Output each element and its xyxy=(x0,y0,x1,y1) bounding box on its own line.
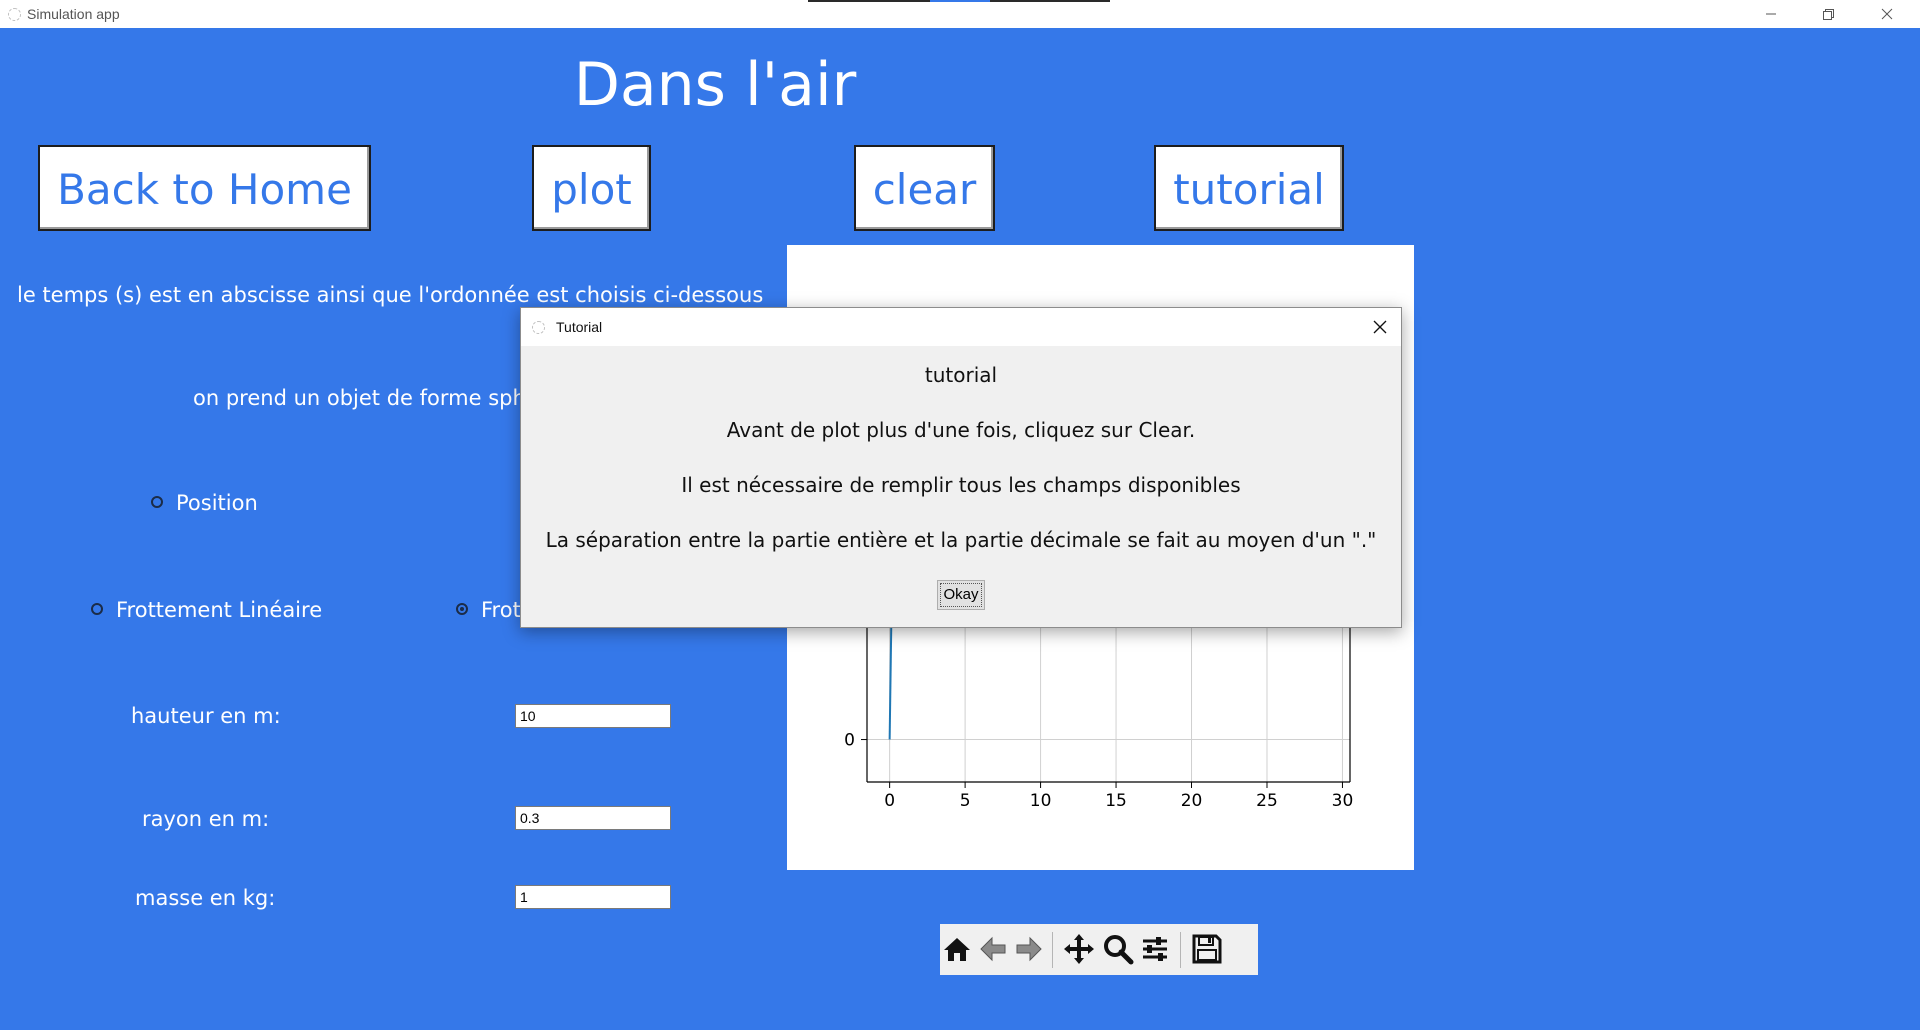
x-tick-label: 25 xyxy=(1256,791,1278,811)
back-arrow-icon xyxy=(980,936,1006,962)
tutorial-button[interactable]: tutorial xyxy=(1154,145,1344,231)
close-icon xyxy=(1373,320,1387,334)
toolbar-forward-button[interactable] xyxy=(1012,932,1046,966)
tutorial-dialog: Tutorial tutorial Avant de plot plus d'u… xyxy=(520,307,1402,628)
toolbar-separator xyxy=(1052,932,1053,968)
toolbar-zoom-button[interactable] xyxy=(1101,932,1135,966)
x-tick-label: 30 xyxy=(1332,791,1354,811)
toolbar-home-button[interactable] xyxy=(940,932,974,966)
dialog-close-button[interactable] xyxy=(1367,314,1393,340)
frottement-lineaire-radio[interactable] xyxy=(91,603,103,615)
dialog-titlebar: Tutorial xyxy=(521,308,1401,346)
window-title: Simulation app xyxy=(27,6,120,22)
frottement-lineaire-label: Frottement Linéaire xyxy=(116,598,323,622)
dialog-heading: tutorial xyxy=(924,363,998,387)
dialog-title: Tutorial xyxy=(556,319,603,335)
axis-info-text: le temps (s) est en abscisse ainsi que l… xyxy=(17,283,764,307)
restore-icon xyxy=(1823,9,1834,20)
titlebar-accent xyxy=(930,0,990,2)
window-titlebar: Simulation app xyxy=(0,0,1920,28)
zoom-icon xyxy=(1104,935,1134,965)
toolbar-save-button[interactable] xyxy=(1190,932,1224,966)
dialog-line-1: Avant de plot plus d'une fois, cliquez s… xyxy=(726,418,1196,442)
hauteur-input[interactable] xyxy=(515,704,671,728)
position-radio[interactable] xyxy=(151,496,163,508)
toolbar-pan-button[interactable] xyxy=(1062,932,1096,966)
x-tick-label: 0 xyxy=(884,791,895,811)
x-tick-label: 20 xyxy=(1181,791,1203,811)
configure-subplots-icon xyxy=(1143,937,1167,961)
masse-label: masse en kg: xyxy=(135,886,276,910)
toolbar-configure-button[interactable] xyxy=(1138,932,1172,966)
close-icon xyxy=(1881,8,1893,20)
rayon-input[interactable] xyxy=(515,806,671,830)
dialog-line-3: La séparation entre la partie entière et… xyxy=(545,528,1377,552)
masse-input[interactable] xyxy=(515,885,671,909)
clear-button[interactable]: clear xyxy=(854,145,995,231)
page-title: Dans l'air xyxy=(573,50,857,120)
rayon-label: rayon en m: xyxy=(142,807,270,831)
okay-button[interactable]: Okay xyxy=(937,580,985,610)
plot-button[interactable]: plot xyxy=(532,145,651,231)
x-tick-label: 5 xyxy=(960,791,971,811)
frottement-other-radio[interactable] xyxy=(456,603,468,615)
minimize-icon xyxy=(1766,13,1776,15)
restore-button[interactable] xyxy=(1806,2,1852,26)
x-tick-label: 10 xyxy=(1030,791,1052,811)
toolbar-back-button[interactable] xyxy=(976,932,1010,966)
toolbar-separator xyxy=(1180,932,1181,968)
dialog-app-icon xyxy=(532,321,545,334)
position-radio-label: Position xyxy=(176,491,258,515)
x-tick-label: 15 xyxy=(1105,791,1127,811)
app-icon xyxy=(8,8,21,21)
minimize-button[interactable] xyxy=(1748,2,1794,26)
save-icon xyxy=(1192,934,1222,964)
close-window-button[interactable] xyxy=(1864,2,1910,26)
okay-focus-ring xyxy=(940,583,982,607)
forward-arrow-icon xyxy=(1016,936,1042,962)
plot-toolbar xyxy=(940,924,1258,975)
pan-icon xyxy=(1064,934,1094,964)
y-tick-label: 0 xyxy=(844,731,855,751)
frottement-other-label: Frot xyxy=(481,598,521,622)
dialog-line-2: Il est nécessaire de remplir tous les ch… xyxy=(681,473,1241,497)
hauteur-label: hauteur en m: xyxy=(131,704,281,728)
back-to-home-button[interactable]: Back to Home xyxy=(38,145,371,231)
shape-info-text: on prend un objet de forme sph xyxy=(193,386,526,410)
home-icon xyxy=(944,938,970,961)
